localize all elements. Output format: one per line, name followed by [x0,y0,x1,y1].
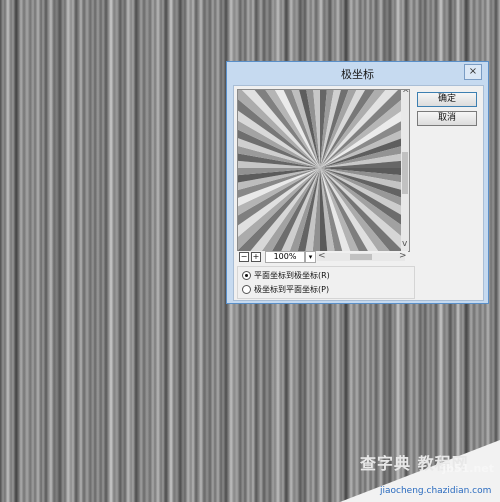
option-label: 极坐标到平面坐标(P) [254,285,330,294]
scroll-right-icon[interactable]: > [399,252,407,261]
dialog-client-area: ^ v − + 100% ▾ < > 确定 取消 平面坐标到极坐标(R) 极坐标… [233,85,484,301]
zoom-out-icon[interactable]: − [239,252,249,262]
radio-icon[interactable] [242,285,251,294]
dropdown-arrow-icon[interactable]: ▾ [305,251,316,263]
watermark-site: jb51.net [442,462,494,475]
horizontal-scroll-thumb[interactable] [350,254,372,260]
zoom-level-field[interactable]: 100% [265,251,305,263]
scroll-up-icon[interactable]: ^ [402,90,409,99]
dialog-titlebar[interactable]: 极坐标 × [227,62,488,84]
cancel-button[interactable]: 取消 [417,111,477,126]
option-polar-to-rect[interactable]: 极坐标到平面坐标(P) [242,284,329,296]
preview-horizontal-scrollbar[interactable]: < > [317,252,407,261]
ok-button[interactable]: 确定 [417,92,477,107]
scroll-down-icon[interactable]: v [402,240,407,249]
vertical-scroll-thumb[interactable] [402,152,408,194]
scroll-left-icon[interactable]: < [318,252,326,261]
option-rect-to-polar[interactable]: 平面坐标到极坐标(R) [242,270,330,282]
option-label: 平面坐标到极坐标(R) [254,271,330,280]
preview-vertical-scrollbar[interactable]: ^ v [401,90,409,251]
conversion-options-group: 平面坐标到极坐标(R) 极坐标到平面坐标(P) [237,266,415,299]
polar-preview-image [238,90,401,251]
polar-coordinates-dialog: 极坐标 × ^ v − + 100% ▾ < > 确定 取消 平面坐标到极坐标(… [226,61,489,304]
dialog-title: 极坐标 [341,68,374,81]
zoom-bar: − + 100% ▾ < > [237,251,408,263]
site-watermark: 查字典 教程网 jb51.net jiaocheng.chazidian.com [340,440,500,502]
watermark-url: jiaocheng.chazidian.com [380,486,492,496]
filter-preview[interactable]: ^ v [237,89,410,252]
close-icon[interactable]: × [464,64,482,80]
radio-icon[interactable] [242,271,251,280]
zoom-in-icon[interactable]: + [251,252,261,262]
